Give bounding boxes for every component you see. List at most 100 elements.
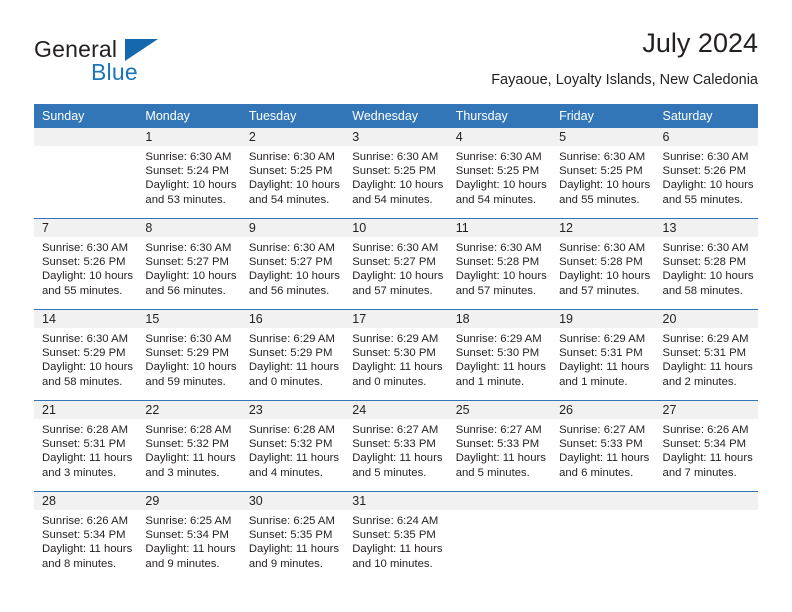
- calendar-day-cell[interactable]: 20 Sunrise: 6:29 AM Sunset: 5:31 PM Dayligh…: [654, 309, 758, 401]
- calendar-day-cell[interactable]: 10 Sunrise: 6:30 AM Sunset: 5:27 PM Dayligh…: [344, 218, 448, 310]
- day-details: Sunrise: 6:30 AM Sunset: 5:27 PM Daylight:…: [241, 237, 344, 298]
- general-blue-logo[interactable]: General Blue: [34, 36, 264, 92]
- sunrise-text: Sunrise: 6:26 AM: [662, 424, 749, 436]
- calendar-day-cell[interactable]: 25 Sunrise: 6:27 AM Sunset: 5:33 PM Dayligh…: [447, 400, 552, 492]
- page-title: July 2024: [642, 28, 758, 58]
- day-details: Sunrise: 6:30 AM Sunset: 5:29 PM Daylight:…: [137, 328, 240, 389]
- day-number: 14: [34, 310, 138, 328]
- sunset-text: Sunset: 5:28 PM: [662, 256, 747, 269]
- daylight-text-line1: Daylight: 10 hours: [662, 179, 754, 192]
- calendar-day-cell[interactable]: [447, 491, 552, 582]
- calendar-day-cell[interactable]: 14 Sunrise: 6:30 AM Sunset: 5:29 PM Dayligh…: [34, 309, 138, 401]
- day-number: 27: [654, 401, 758, 419]
- sunset-text: Sunset: 5:32 PM: [145, 438, 229, 451]
- sunset-text: Sunset: 5:24 PM: [145, 165, 229, 178]
- calendar-day-cell[interactable]: 16 Sunrise: 6:29 AM Sunset: 5:29 PM Dayligh…: [240, 309, 345, 401]
- day-number: 31: [344, 492, 448, 510]
- day-details: Sunrise: 6:30 AM Sunset: 5:28 PM Daylight:…: [551, 237, 654, 298]
- calendar-day-cell[interactable]: 29 Sunrise: 6:25 AM Sunset: 5:34 PM Dayligh…: [137, 491, 241, 582]
- sunset-text: Sunset: 5:33 PM: [559, 438, 643, 451]
- sunrise-text: Sunrise: 6:26 AM: [42, 515, 129, 527]
- sunrise-text: Sunrise: 6:29 AM: [559, 333, 646, 345]
- calendar-day-cell[interactable]: 11 Sunrise: 6:30 AM Sunset: 5:28 PM Dayligh…: [447, 218, 552, 310]
- calendar-grid: Sunday Monday Tuesday Wednesday Thursday…: [34, 104, 758, 582]
- daylight-text-line2: and 58 minutes.: [662, 284, 743, 297]
- sunrise-text: Sunrise: 6:27 AM: [352, 424, 439, 436]
- sunrise-text: Sunrise: 6:27 AM: [559, 424, 646, 436]
- day-number: 16: [240, 310, 345, 328]
- daylight-text-line2: and 57 minutes.: [559, 284, 640, 297]
- calendar-day-cell[interactable]: 15 Sunrise: 6:30 AM Sunset: 5:29 PM Dayligh…: [137, 309, 241, 401]
- weekday-header-friday: Friday: [551, 104, 655, 128]
- sunrise-text: Sunrise: 6:28 AM: [42, 424, 129, 436]
- sunrise-text: Sunrise: 6:30 AM: [352, 242, 439, 254]
- calendar-day-cell[interactable]: 12 Sunrise: 6:30 AM Sunset: 5:28 PM Dayligh…: [551, 218, 655, 310]
- daylight-text-line2: and 56 minutes.: [248, 284, 330, 297]
- calendar-day-cell[interactable]: 19 Sunrise: 6:29 AM Sunset: 5:31 PM Dayligh…: [551, 309, 655, 401]
- calendar-day-cell[interactable]: 28 Sunrise: 6:26 AM Sunset: 5:34 PM Dayligh…: [34, 491, 138, 582]
- daylight-text-line1: Daylight: 11 hours: [352, 452, 443, 465]
- calendar-day-cell[interactable]: 8 Sunrise: 6:30 AM Sunset: 5:27 PM Daylight…: [137, 218, 241, 310]
- daylight-text-line1: Daylight: 10 hours: [145, 361, 237, 374]
- calendar-day-cell[interactable]: 3 Sunrise: 6:30 AM Sunset: 5:25 PM Daylight…: [344, 128, 448, 219]
- calendar-day-cell[interactable]: 26 Sunrise: 6:27 AM Sunset: 5:33 PM Dayligh…: [551, 400, 655, 492]
- day-details: Sunrise: 6:29 AM Sunset: 5:29 PM Daylight:…: [241, 328, 344, 389]
- calendar-day-cell[interactable]: 13 Sunrise: 6:30 AM Sunset: 5:28 PM Dayligh…: [654, 218, 758, 310]
- calendar-day-cell[interactable]: 9 Sunrise: 6:30 AM Sunset: 5:27 PM Daylight…: [240, 218, 345, 310]
- daylight-text-line1: Daylight: 11 hours: [248, 543, 340, 556]
- sunrise-text: Sunrise: 6:24 AM: [352, 515, 439, 527]
- sunrise-text: Sunrise: 6:29 AM: [455, 333, 542, 345]
- calendar-day-cell[interactable]: 21 Sunrise: 6:28 AM Sunset: 5:31 PM Dayligh…: [34, 400, 138, 492]
- daylight-text-line2: and 10 minutes.: [352, 557, 433, 570]
- calendar-day-cell[interactable]: 4 Sunrise: 6:30 AM Sunset: 5:25 PM Daylight…: [447, 128, 552, 219]
- calendar-header-row: Sunday Monday Tuesday Wednesday Thursday…: [34, 104, 758, 128]
- calendar-day-cell[interactable]: 6 Sunrise: 6:30 AM Sunset: 5:26 PM Daylight…: [654, 128, 758, 219]
- calendar-day-cell[interactable]: 2 Sunrise: 6:30 AM Sunset: 5:25 PM Daylight…: [240, 128, 345, 219]
- calendar-day-cell[interactable]: 24 Sunrise: 6:27 AM Sunset: 5:33 PM Dayligh…: [344, 400, 448, 492]
- daylight-text-line1: Daylight: 11 hours: [352, 361, 443, 374]
- day-details: Sunrise: 6:30 AM Sunset: 5:25 PM Daylight:…: [448, 146, 551, 207]
- sunset-text: Sunset: 5:35 PM: [248, 529, 333, 542]
- calendar-day-cell[interactable]: 27 Sunrise: 6:26 AM Sunset: 5:34 PM Dayligh…: [654, 400, 758, 492]
- sunset-text: Sunset: 5:34 PM: [662, 438, 747, 451]
- triangle-icon: [125, 39, 158, 61]
- day-details: Sunrise: 6:28 AM Sunset: 5:32 PM Daylight:…: [241, 419, 344, 480]
- calendar-week-row: 21 Sunrise: 6:28 AM Sunset: 5:31 PM Dayligh…: [34, 400, 758, 492]
- day-details: Sunrise: 6:28 AM Sunset: 5:31 PM Daylight:…: [34, 419, 137, 480]
- calendar-day-cell[interactable]: 1 Sunrise: 6:30 AM Sunset: 5:24 PM Daylight…: [137, 128, 241, 219]
- calendar-day-cell[interactable]: 17 Sunrise: 6:29 AM Sunset: 5:30 PM Dayligh…: [344, 309, 448, 401]
- calendar-day-cell[interactable]: 23 Sunrise: 6:28 AM Sunset: 5:32 PM Dayligh…: [240, 400, 345, 492]
- day-number: 26: [551, 401, 655, 419]
- weekday-header-tuesday: Tuesday: [240, 104, 345, 128]
- calendar-day-cell[interactable]: 7 Sunrise: 6:30 AM Sunset: 5:26 PM Daylight…: [34, 218, 138, 310]
- daylight-text-line2: and 1 minute.: [455, 375, 525, 388]
- calendar-day-cell[interactable]: 18 Sunrise: 6:29 AM Sunset: 5:30 PM Dayligh…: [447, 309, 552, 401]
- calendar-day-cell[interactable]: 31 Sunrise: 6:24 AM Sunset: 5:35 PM Dayligh…: [344, 491, 448, 582]
- sunrise-text: Sunrise: 6:30 AM: [559, 242, 646, 254]
- day-number: 1: [137, 128, 241, 146]
- sunset-text: Sunset: 5:27 PM: [248, 256, 333, 269]
- sunset-text: Sunset: 5:34 PM: [145, 529, 229, 542]
- day-details: Sunrise: 6:26 AM Sunset: 5:34 PM Daylight:…: [34, 510, 137, 571]
- day-details: Sunrise: 6:27 AM Sunset: 5:33 PM Daylight:…: [551, 419, 654, 480]
- calendar-day-cell[interactable]: 22 Sunrise: 6:28 AM Sunset: 5:32 PM Dayligh…: [137, 400, 241, 492]
- day-number: [654, 492, 758, 510]
- calendar-day-cell[interactable]: [551, 491, 655, 582]
- day-number: 19: [551, 310, 655, 328]
- calendar-day-cell[interactable]: 5 Sunrise: 6:30 AM Sunset: 5:25 PM Daylight…: [551, 128, 655, 219]
- daylight-text-line2: and 54 minutes.: [352, 193, 433, 206]
- calendar-day-cell[interactable]: [654, 491, 758, 582]
- daylight-text-line1: Daylight: 11 hours: [559, 361, 650, 374]
- daylight-text-line1: Daylight: 10 hours: [352, 179, 444, 192]
- calendar-day-cell[interactable]: 30 Sunrise: 6:25 AM Sunset: 5:35 PM Dayligh…: [240, 491, 345, 582]
- sunrise-text: Sunrise: 6:30 AM: [42, 242, 129, 254]
- daylight-text-line2: and 9 minutes.: [248, 557, 323, 570]
- day-details: Sunrise: 6:30 AM Sunset: 5:24 PM Daylight:…: [137, 146, 240, 207]
- calendar-day-cell[interactable]: [34, 128, 138, 219]
- day-details: Sunrise: 6:30 AM Sunset: 5:27 PM Daylight:…: [137, 237, 240, 298]
- day-number: 10: [344, 219, 448, 237]
- day-number: 20: [654, 310, 758, 328]
- daylight-text-line2: and 1 minute.: [559, 375, 628, 388]
- daylight-text-line2: and 54 minutes.: [455, 193, 537, 206]
- day-number: 9: [240, 219, 345, 237]
